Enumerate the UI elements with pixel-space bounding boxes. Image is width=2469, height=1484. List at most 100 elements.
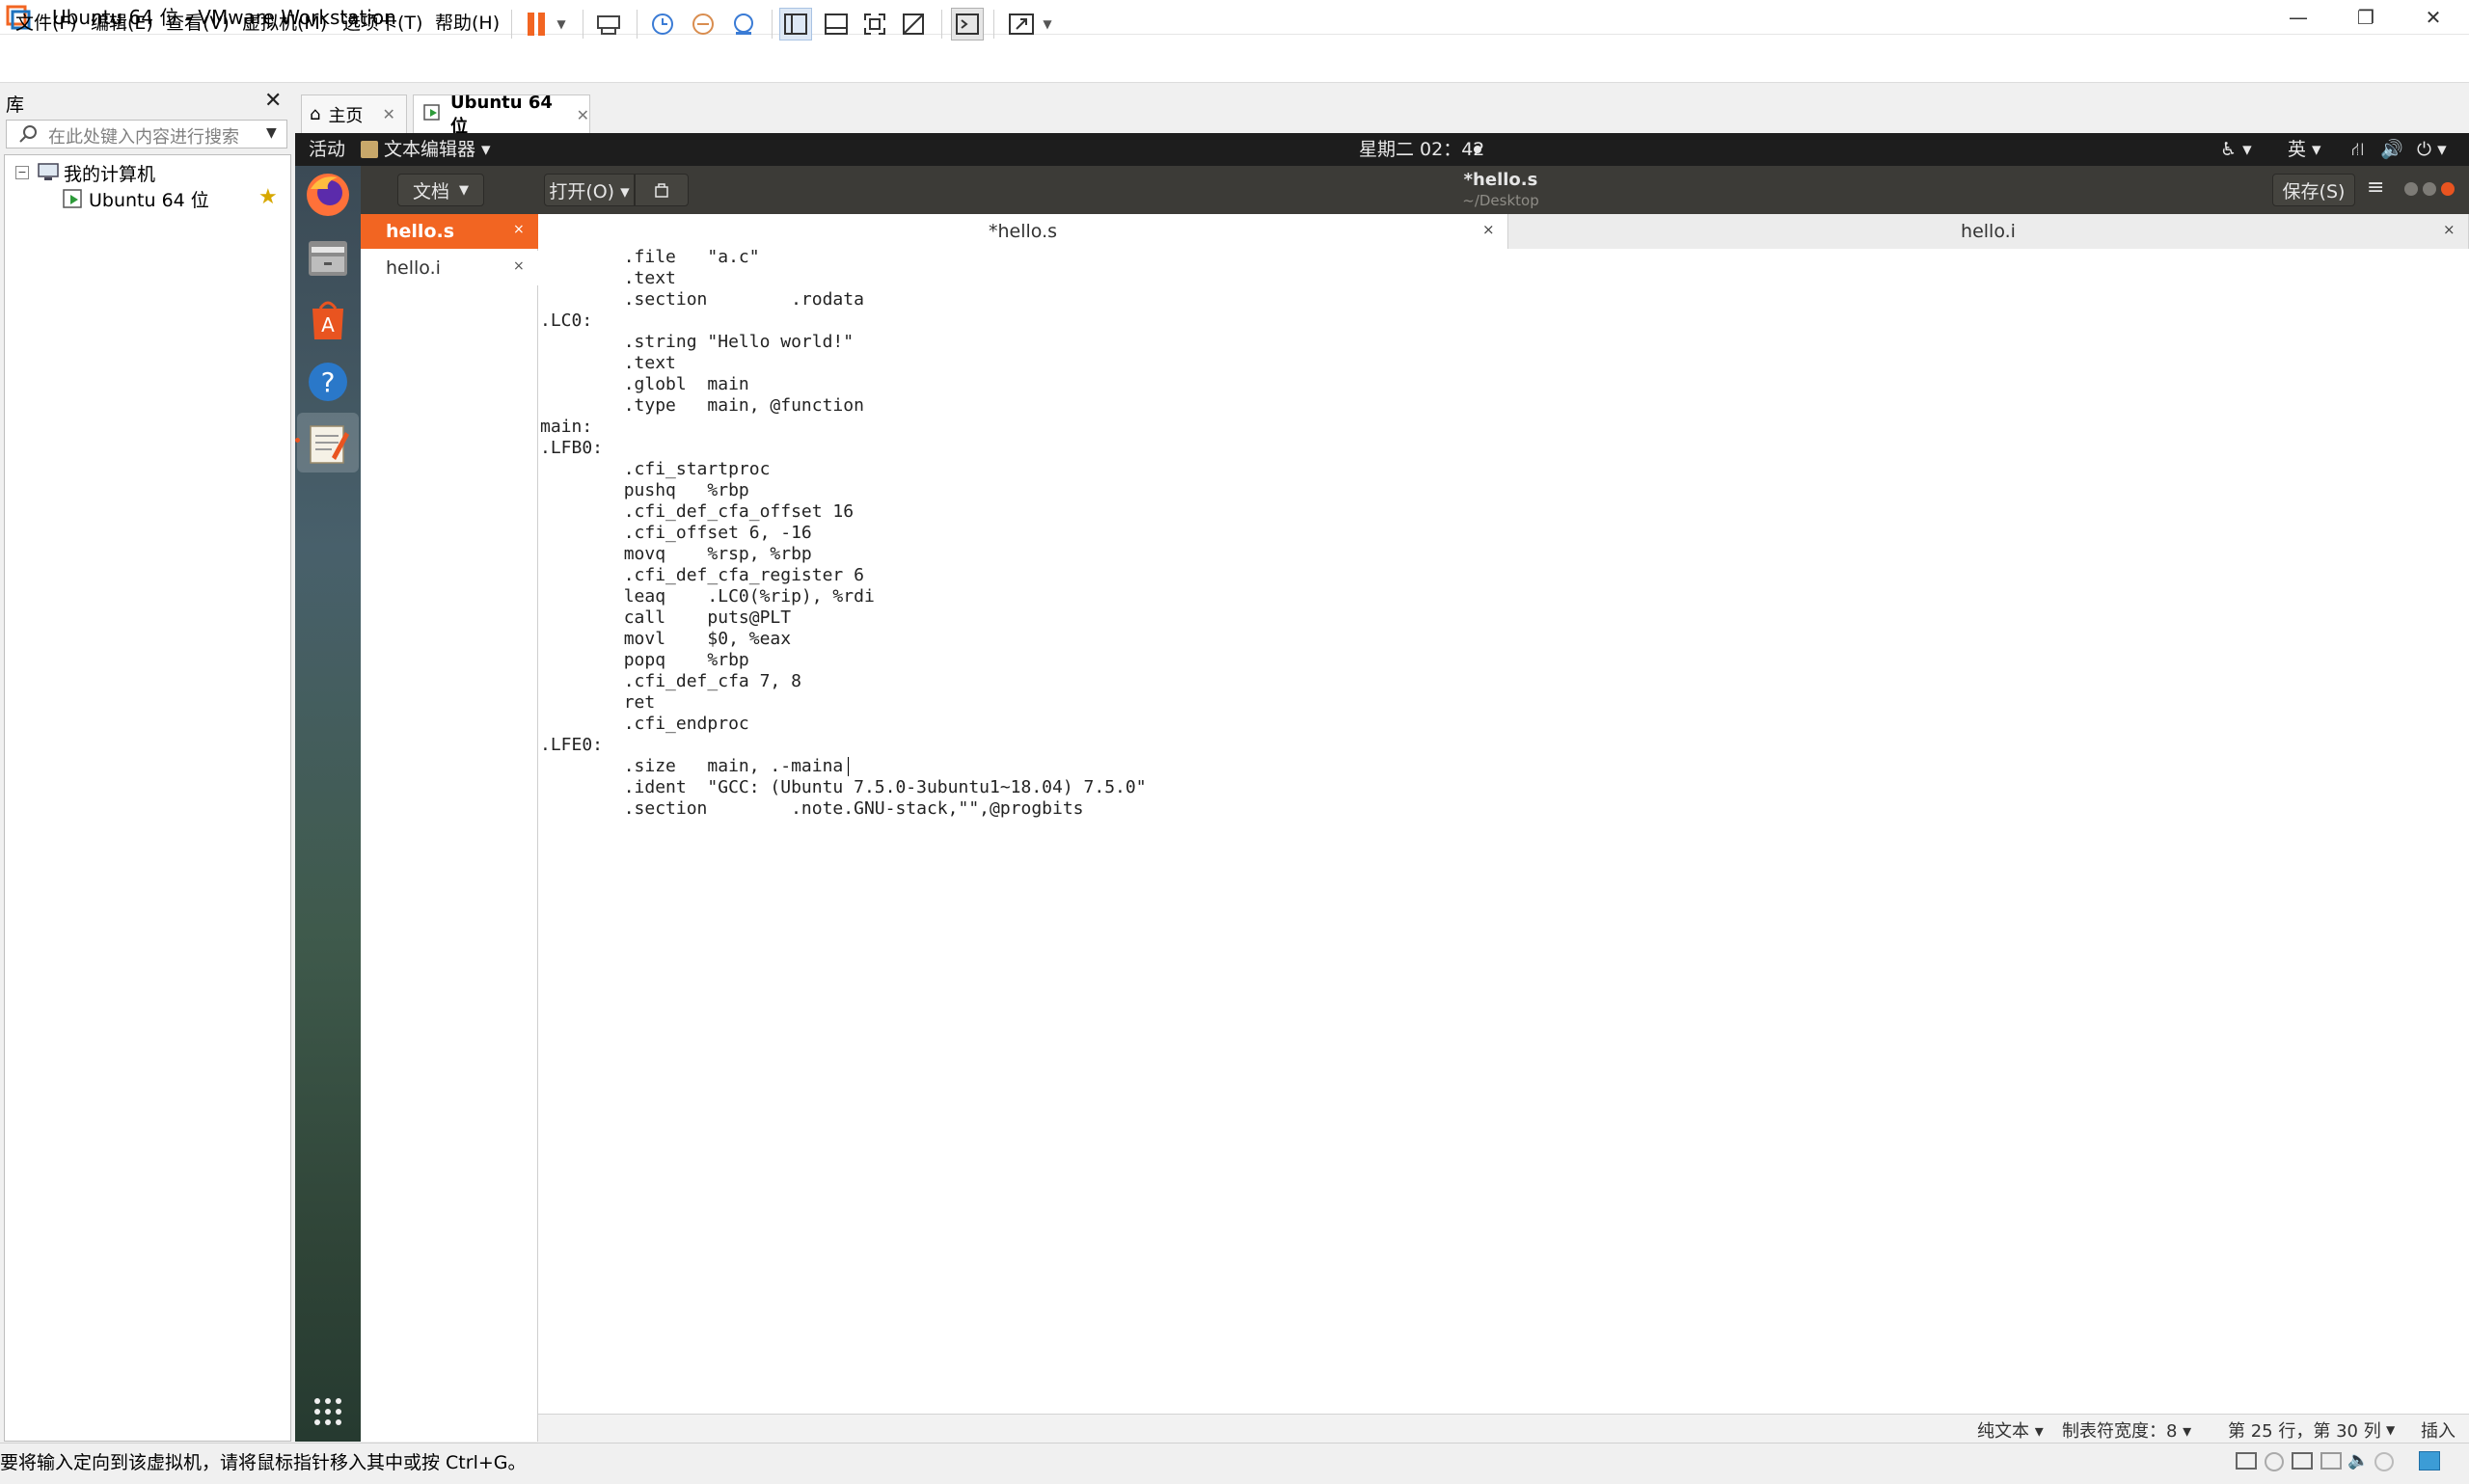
network-adapter-icon[interactable] (2292, 1452, 2313, 1470)
menu-view[interactable]: 查看(V) (166, 10, 230, 37)
editor-tab-hello-i[interactable]: hello.i (1508, 214, 2469, 249)
send-ctrl-alt-del-button[interactable] (592, 8, 625, 40)
tab-close-icon[interactable]: ✕ (382, 105, 394, 123)
snapshot-button[interactable] (646, 8, 679, 40)
toolbar-separator (511, 10, 512, 39)
open-button-label: 打开(O) ▾ (549, 180, 630, 202)
text-editor-icon[interactable] (303, 418, 353, 469)
tree-item-ubuntu-vm[interactable]: Ubuntu 64 位 (89, 186, 209, 212)
snapshot-manager-icon (734, 13, 753, 35)
svg-text:?: ? (321, 366, 336, 398)
input-method-menu[interactable]: 英 ▾ (2288, 133, 2321, 166)
computer-icon (37, 162, 60, 187)
software-center-icon[interactable]: A (303, 295, 353, 345)
volume-icon[interactable]: 🔊 (2380, 133, 2403, 166)
gnome-activities[interactable]: 活动 (309, 133, 345, 166)
save-button-label: 保存(S) (2282, 180, 2346, 202)
fullscreen-icon (864, 13, 885, 35)
text-cursor (848, 757, 849, 776)
show-library-button[interactable] (779, 8, 812, 40)
search-icon (17, 123, 39, 145)
menu-file[interactable]: 文件(F) (15, 10, 77, 37)
accessibility-icon[interactable]: ♿ ▾ (2220, 133, 2252, 166)
minimize-button[interactable]: — (2265, 0, 2332, 35)
syntax-mode-menu[interactable]: 纯文本 ▾ (1977, 1417, 2044, 1443)
firefox-icon[interactable] (303, 170, 353, 220)
gnome-app-menu[interactable]: 文本编辑器 ▾ (384, 133, 491, 166)
tab-close-icon[interactable]: ✕ (577, 106, 589, 124)
host-status-message: 要将输入定向到该虚拟机，请将鼠标指针移入其中或按 Ctrl+G。 (0, 1452, 527, 1473)
sidebar-doc-hello-s[interactable]: hello.s (361, 214, 538, 249)
tab-vm-label: Ubuntu 64 位 (450, 93, 553, 137)
close-doc-icon[interactable]: × (513, 222, 525, 237)
tab-home-label: 主页 (328, 105, 364, 126)
cursor-position[interactable]: 第 25 行，第 30 列 (2228, 1417, 2381, 1443)
full-screen-button[interactable] (858, 8, 891, 40)
snapshot-icon (652, 13, 673, 35)
show-applications-icon[interactable] (312, 1396, 343, 1427)
close-window-icon[interactable] (2441, 182, 2455, 196)
restore-button[interactable]: ❐ (2332, 0, 2400, 35)
text-editor-app-icon (361, 141, 378, 158)
usb-device-icon[interactable] (2374, 1452, 2394, 1471)
console-view-button[interactable] (951, 8, 984, 40)
thumbnail-layout-icon (825, 13, 848, 35)
source-code[interactable]: .file "a.c" .text .section .rodata .LC0:… (540, 247, 1147, 820)
thumbnail-bar-button[interactable] (820, 8, 853, 40)
notification-dot-icon (1474, 146, 1481, 153)
menu-help[interactable]: 帮助(H) (435, 10, 500, 37)
stretch-button[interactable] (1005, 8, 1038, 40)
menu-edit[interactable]: 编辑(E) (91, 10, 153, 37)
search-dropdown-icon[interactable]: ▼ (266, 125, 277, 141)
chevron-down-icon[interactable]: ▼ (2386, 1423, 2395, 1437)
printer-icon[interactable] (2320, 1452, 2342, 1470)
minimize-window-icon[interactable] (2404, 182, 2418, 196)
close-doc-icon[interactable]: × (513, 258, 525, 274)
hamburger-menu-icon[interactable]: ≡ (2367, 175, 2384, 200)
open-button[interactable]: 打开(O) ▾ (544, 174, 635, 206)
pause-button[interactable] (521, 8, 554, 40)
documents-sidebar (361, 214, 538, 1442)
tab-width-menu[interactable]: 制表符宽度：8 ▾ (2062, 1417, 2191, 1443)
vm-tab-bar (295, 85, 2469, 133)
menu-tabs[interactable]: 选项卡(T) (342, 10, 422, 37)
sidebar-doc-hello-i[interactable]: hello.i (361, 251, 538, 285)
hard-disk-icon[interactable] (2236, 1452, 2257, 1470)
tab-home[interactable]: ⌂ 主页 ✕ (301, 94, 407, 133)
running-indicator-icon (295, 438, 300, 443)
files-icon[interactable] (303, 233, 353, 283)
close-tab-icon[interactable]: × (2443, 221, 2455, 238)
save-button[interactable]: 保存(S) (2272, 174, 2355, 206)
tree-item-my-computer[interactable]: 我的计算机 (64, 160, 155, 186)
power-dropdown[interactable]: ▼ (552, 8, 571, 40)
library-close-button[interactable]: ✕ (264, 89, 282, 113)
menu-vm[interactable]: 虚拟机(M) (242, 10, 327, 37)
snapshot-manager-button[interactable] (727, 8, 760, 40)
editor-tab-hello-s[interactable]: *hello.s (538, 214, 1508, 249)
revert-snapshot-button[interactable] (687, 8, 719, 40)
gnome-clock[interactable]: 星期二 02：42 (1359, 133, 1484, 166)
help-icon[interactable]: ? (303, 357, 353, 407)
home-icon: ⌂ (310, 104, 321, 124)
close-tab-icon[interactable]: × (1482, 221, 1495, 238)
document-path: ~/Desktop (1462, 192, 1539, 209)
message-log-icon[interactable] (2419, 1451, 2440, 1471)
close-button[interactable]: ✕ (2400, 0, 2467, 35)
editor-tab-label: hello.i (1961, 221, 2016, 242)
stretch-dropdown[interactable]: ▼ (1038, 8, 1057, 40)
power-menu-icon[interactable]: ⏻ ▾ (2417, 133, 2447, 166)
tab-ubuntu-vm[interactable]: Ubuntu 64 位 ✕ (413, 93, 590, 137)
vm-tab-icon (423, 103, 443, 127)
new-document-button[interactable] (635, 174, 689, 206)
maximize-window-icon[interactable] (2423, 182, 2436, 196)
restore-icon: ❐ (2357, 6, 2374, 29)
sound-card-icon[interactable]: 🔈 (2347, 1450, 2369, 1471)
favorite-star-icon[interactable]: ★ (258, 185, 278, 209)
network-icon[interactable]: ⛙ (2351, 133, 2364, 166)
tree-collapse-icon[interactable]: − (15, 166, 29, 179)
unity-button[interactable] (897, 8, 930, 40)
close-icon: ✕ (264, 89, 283, 113)
cd-drive-icon[interactable] (2265, 1452, 2284, 1471)
insert-mode[interactable]: 插入 (2421, 1417, 2455, 1443)
documents-button[interactable]: 文档 ▼ (397, 174, 484, 206)
